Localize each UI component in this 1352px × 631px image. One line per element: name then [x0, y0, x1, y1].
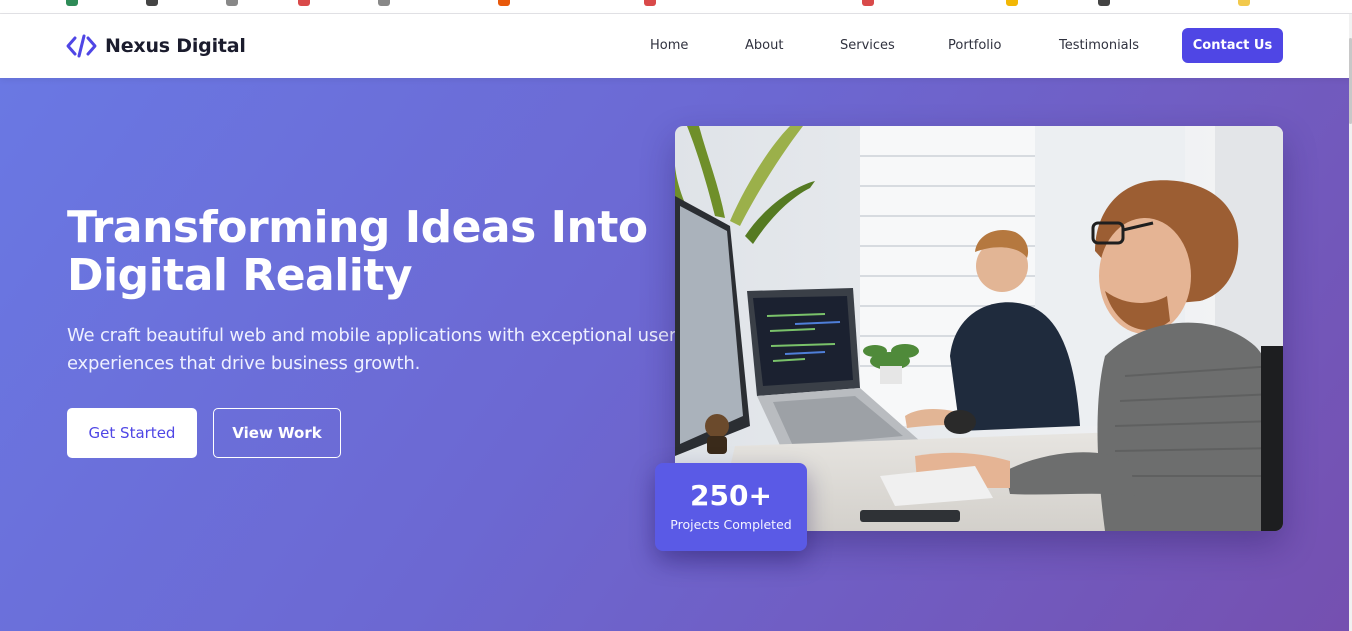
stat-number: 250+	[690, 479, 772, 512]
bookmark-favicon[interactable]	[378, 0, 390, 6]
hero-subtitle: We craft beautiful web and mobile applic…	[67, 325, 677, 374]
bookmark-favicon[interactable]	[226, 0, 238, 6]
nav-link-portfolio[interactable]: Portfolio	[948, 38, 1001, 53]
main-nav: Home About Services Portfolio Testimonia…	[0, 14, 1352, 78]
bookmark-favicon[interactable]	[862, 0, 874, 6]
contact-us-button[interactable]: Contact Us	[1182, 28, 1283, 63]
view-work-button[interactable]: View Work	[213, 408, 341, 458]
bookmark-favicon[interactable]	[1006, 0, 1018, 6]
nav-link-about[interactable]: About	[745, 38, 783, 53]
nav-link-home[interactable]: Home	[650, 38, 688, 53]
bookmarks-bar	[0, 0, 1352, 14]
nav-link-testimonials[interactable]: Testimonials	[1059, 38, 1139, 53]
bookmark-favicon[interactable]	[498, 0, 510, 6]
stat-label: Projects Completed	[670, 517, 792, 532]
hero-title: Transforming Ideas Into Digital Reality	[67, 202, 648, 301]
get-started-button[interactable]: Get Started	[67, 408, 197, 458]
site-header: Nexus Digital Home About Services Portfo…	[0, 14, 1352, 78]
bookmark-favicon[interactable]	[1238, 0, 1250, 6]
bookmark-favicon[interactable]	[298, 0, 310, 6]
projects-stat-card: 250+ Projects Completed	[655, 463, 807, 551]
bookmark-favicon[interactable]	[1098, 0, 1110, 6]
bookmark-favicon[interactable]	[66, 0, 78, 6]
nav-link-services[interactable]: Services	[840, 38, 895, 53]
hero-section: Transforming Ideas Into Digital Reality …	[0, 78, 1349, 631]
bookmark-favicon[interactable]	[644, 0, 656, 6]
bookmark-favicon[interactable]	[146, 0, 158, 6]
